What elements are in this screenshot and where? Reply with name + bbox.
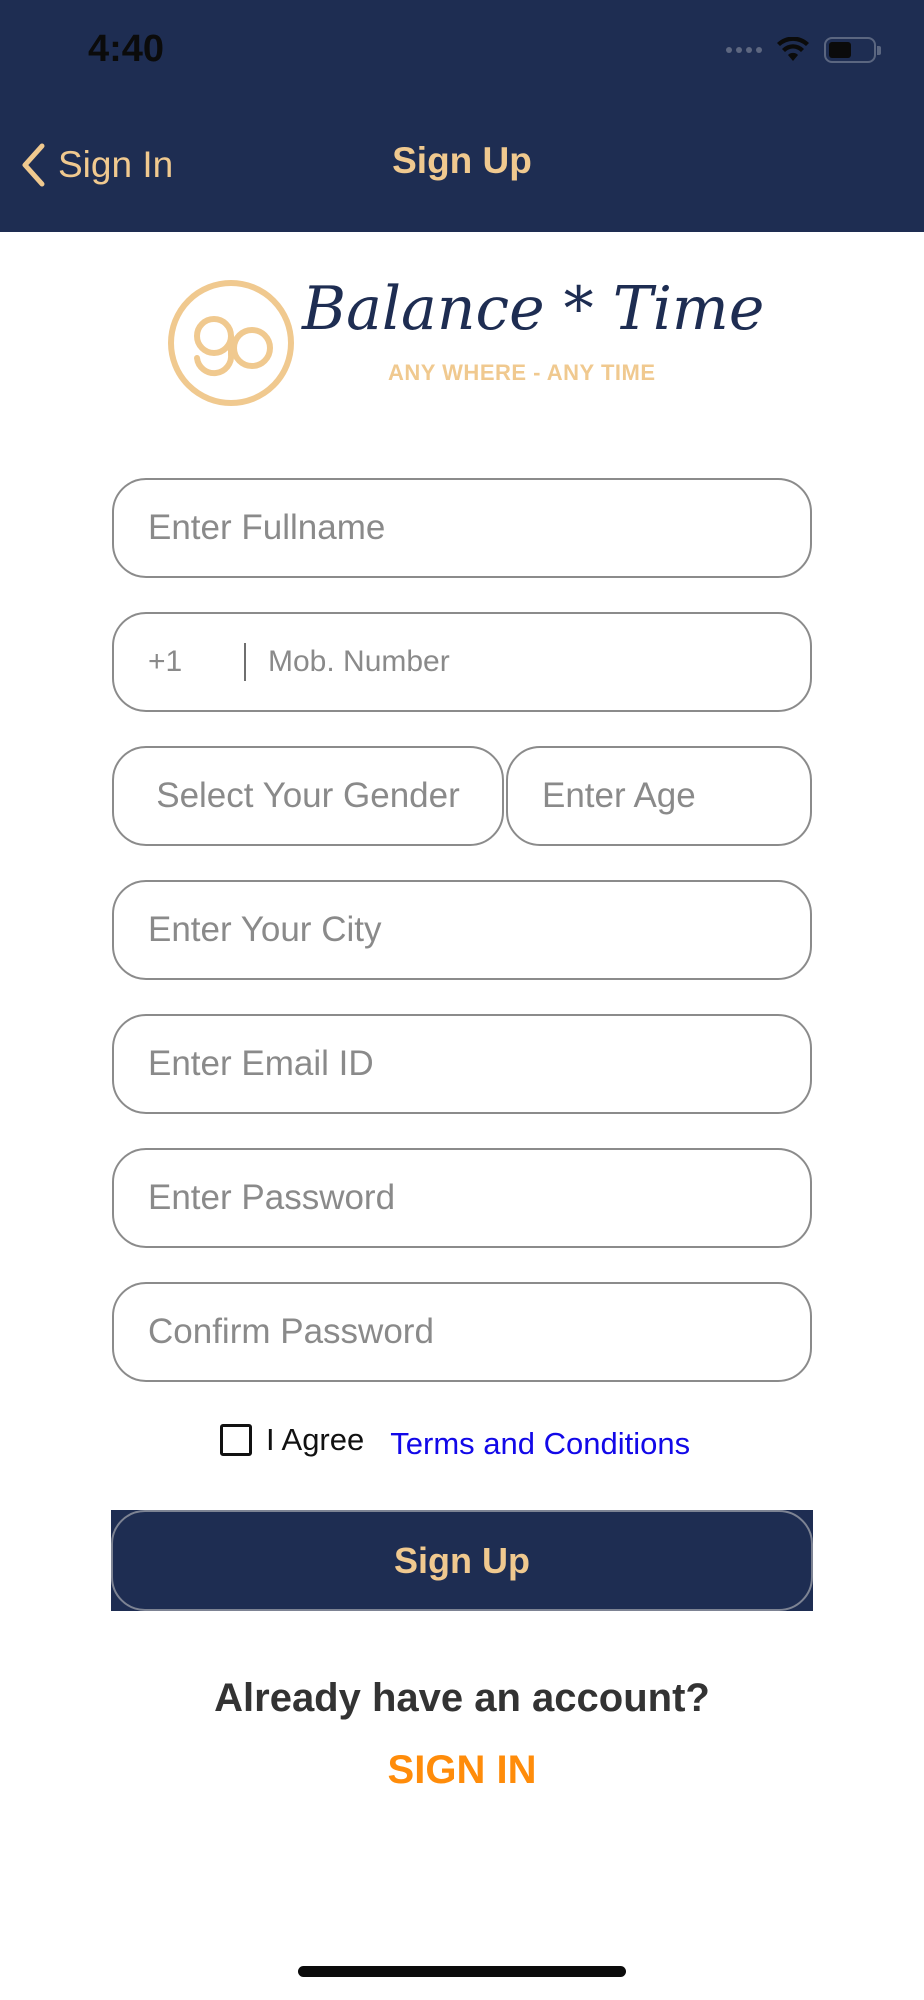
city-field[interactable]: [112, 880, 812, 980]
logo-icon: [168, 280, 294, 406]
mobile-input[interactable]: [246, 614, 810, 710]
signal-dots-icon: [726, 47, 762, 53]
password-input[interactable]: [114, 1150, 810, 1246]
age-field[interactable]: [506, 746, 812, 846]
logo-title: Balance * Time: [302, 274, 765, 344]
confirm-password-field[interactable]: [112, 1282, 812, 1382]
agree-checkbox[interactable]: [220, 1424, 252, 1456]
signup-screen: 4:40 Sign In Sign Up Balance * Time ANY …: [0, 0, 924, 2000]
signup-button[interactable]: Sign Up: [111, 1510, 813, 1611]
signin-link[interactable]: SIGN IN: [0, 1748, 924, 1793]
password-field[interactable]: [112, 1148, 812, 1248]
email-field[interactable]: [112, 1014, 812, 1114]
header-bar: 4:40 Sign In Sign Up: [0, 0, 924, 232]
country-code[interactable]: +1: [114, 645, 244, 679]
email-input[interactable]: [114, 1016, 810, 1112]
signup-button-container: Sign Up: [111, 1510, 813, 1611]
battery-icon: [824, 37, 881, 63]
gender-placeholder: Select Your Gender: [156, 776, 460, 815]
fullname-input[interactable]: [114, 480, 810, 576]
status-time: 4:40: [88, 28, 165, 70]
status-icons: [726, 32, 881, 68]
home-indicator[interactable]: [298, 1966, 626, 1977]
terms-link[interactable]: Terms and Conditions: [390, 1426, 690, 1462]
page-title: Sign Up: [392, 140, 532, 181]
age-input[interactable]: [508, 748, 810, 844]
confirm-password-input[interactable]: [114, 1284, 810, 1380]
fullname-field[interactable]: [112, 478, 812, 578]
mobile-field[interactable]: +1: [112, 612, 812, 712]
wifi-icon: [777, 37, 809, 61]
agree-label: I Agree: [266, 1422, 365, 1457]
logo-tagline: ANY WHERE - ANY TIME: [388, 360, 656, 385]
gender-select[interactable]: Select Your Gender: [112, 746, 504, 846]
city-input[interactable]: [114, 882, 810, 978]
already-account-text: Already have an account?: [214, 1676, 710, 1720]
terms-row: I Agree Terms and Conditions: [220, 1410, 690, 1470]
